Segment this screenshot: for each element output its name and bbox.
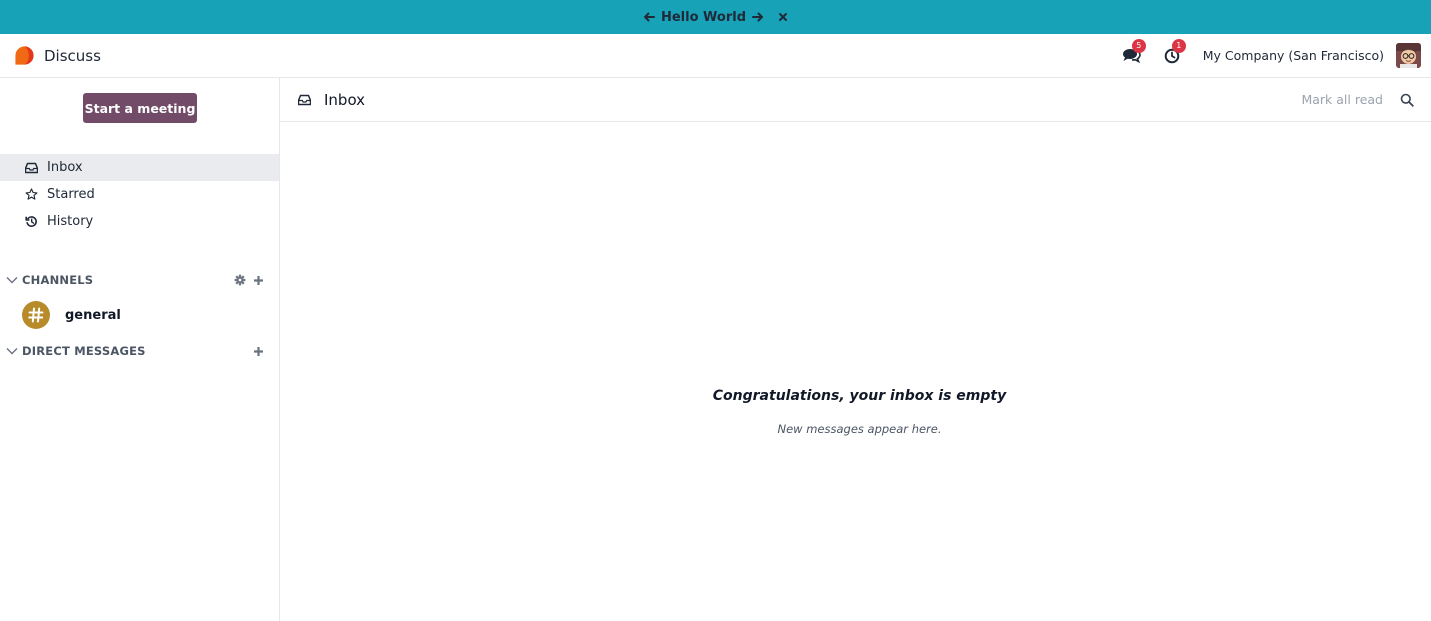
- tour-nav: Hello World: [643, 10, 788, 25]
- app-brand[interactable]: Discuss: [14, 45, 101, 66]
- activities-badge: 1: [1171, 38, 1186, 53]
- thread-header: Inbox Mark all read: [280, 78, 1431, 122]
- hashtag-icon: [22, 301, 50, 329]
- direct-messages-label: DIRECT MESSAGES: [22, 344, 146, 358]
- sidebar-item-history[interactable]: History: [0, 208, 279, 235]
- close-icon[interactable]: [778, 12, 788, 22]
- sidebar-item-label: Starred: [47, 187, 95, 202]
- company-switcher[interactable]: My Company (San Francisco): [1203, 48, 1384, 63]
- chevron-down-icon: [6, 274, 18, 286]
- page-title: Inbox: [324, 90, 366, 109]
- tour-banner: Hello World: [0, 0, 1431, 34]
- inbox-icon: [24, 160, 39, 175]
- navbar-systray: 5 1 My Company (San Francisco): [1121, 38, 1421, 68]
- channels-section-header[interactable]: CHANNELS: [0, 269, 279, 291]
- star-icon: [24, 187, 39, 202]
- thread-panel: Inbox Mark all read Congratulations, you…: [280, 78, 1431, 621]
- channels-label: CHANNELS: [22, 273, 94, 287]
- add-channel-icon[interactable]: [253, 275, 264, 286]
- channel-item-general[interactable]: general: [0, 298, 279, 332]
- top-navbar: Discuss 5 1 My Company (San Francisco): [0, 34, 1431, 78]
- start-meeting-button[interactable]: Start a meeting: [83, 93, 197, 123]
- discuss-logo-icon: [15, 46, 34, 65]
- user-avatar-icon: [1396, 43, 1421, 68]
- direct-messages-actions: [253, 346, 264, 357]
- gear-icon[interactable]: [234, 274, 246, 286]
- app-name: Discuss: [44, 46, 101, 65]
- sidebar-item-inbox[interactable]: Inbox: [0, 154, 279, 181]
- empty-subtitle: New messages appear here.: [777, 422, 942, 436]
- sidebar-item-label: History: [47, 214, 94, 229]
- activities-menu[interactable]: 1: [1161, 38, 1186, 67]
- arrow-right-icon[interactable]: [752, 11, 764, 23]
- channels-actions: [234, 274, 264, 286]
- empty-title: Congratulations, your inbox is empty: [712, 388, 1007, 404]
- add-chat-icon[interactable]: [253, 346, 264, 357]
- search-icon[interactable]: [1400, 92, 1416, 108]
- channel-name: general: [65, 307, 121, 323]
- history-icon: [24, 214, 39, 229]
- messages-badge: 5: [1131, 38, 1146, 53]
- discuss-sidebar: Start a meeting Inbox Starred History CH…: [0, 78, 280, 621]
- direct-messages-section-header[interactable]: DIRECT MESSAGES: [0, 340, 279, 362]
- empty-inbox-message: Congratulations, your inbox is empty New…: [280, 388, 1431, 436]
- chevron-down-icon: [6, 345, 18, 357]
- user-avatar[interactable]: [1396, 43, 1421, 68]
- sidebar-item-starred[interactable]: Starred: [0, 181, 279, 208]
- arrow-left-icon[interactable]: [643, 11, 655, 23]
- messages-menu[interactable]: 5: [1121, 38, 1146, 67]
- sidebar-item-label: Inbox: [47, 160, 83, 175]
- inbox-icon: [298, 93, 312, 107]
- mark-all-read-button[interactable]: Mark all read: [1301, 92, 1383, 107]
- tour-title: Hello World: [660, 9, 747, 25]
